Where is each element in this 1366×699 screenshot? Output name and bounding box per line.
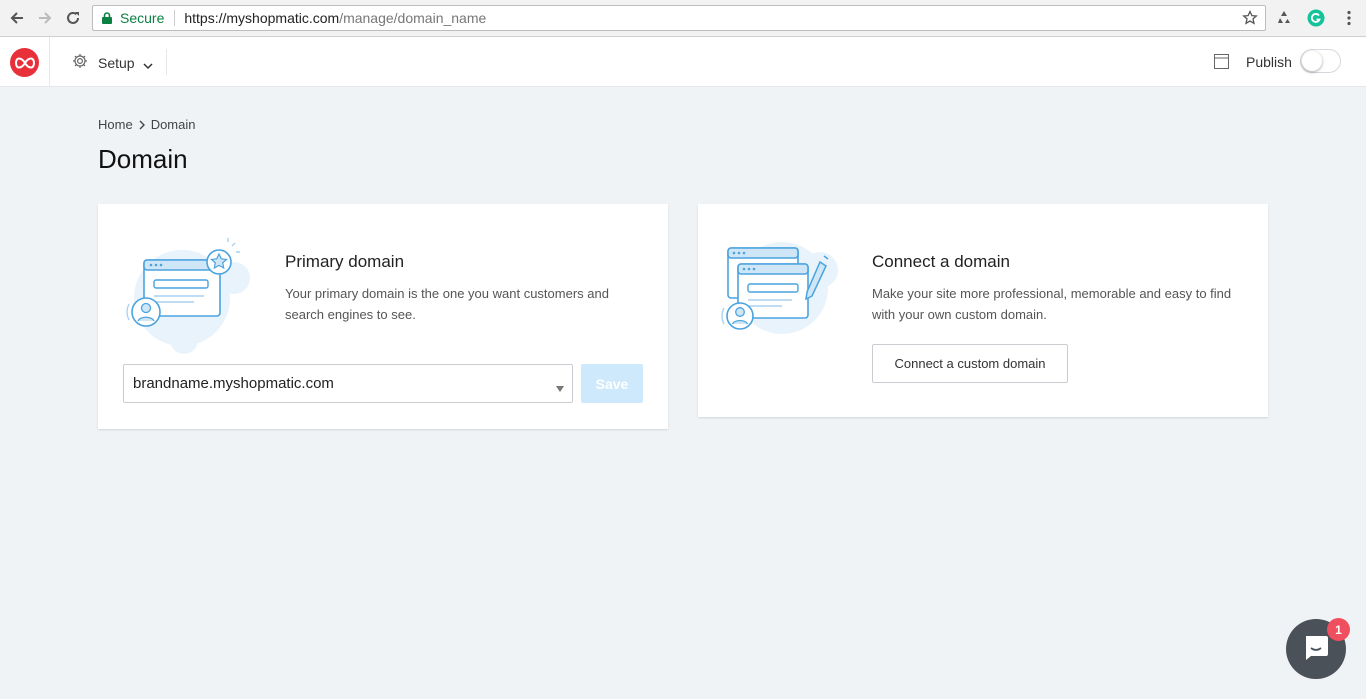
domain-select-value: brandname.myshopmatic.com bbox=[133, 375, 334, 392]
lock-icon bbox=[102, 12, 112, 24]
url-host: https://myshopmatic.com bbox=[184, 10, 340, 26]
publish-toggle[interactable] bbox=[1300, 49, 1341, 73]
recycle-extension-icon[interactable] bbox=[1275, 9, 1293, 27]
primary-domain-description: Your primary domain is the one you want … bbox=[285, 286, 609, 322]
chat-bubble-icon bbox=[1301, 632, 1331, 667]
preview-window-icon[interactable] bbox=[1214, 54, 1229, 69]
bookmark-star-icon[interactable] bbox=[1242, 9, 1258, 26]
setup-menu[interactable]: Setup bbox=[72, 53, 153, 72]
connect-domain-description: Make your site more professional, memora… bbox=[872, 286, 1232, 322]
connect-domain-title: Connect a domain bbox=[872, 252, 1010, 271]
primary-domain-illustration-icon bbox=[126, 238, 250, 354]
breadcrumb: Home Domain bbox=[98, 117, 195, 132]
connect-custom-domain-button[interactable]: Connect a custom domain bbox=[872, 344, 1068, 383]
reload-icon[interactable] bbox=[64, 9, 82, 27]
secure-label: Secure bbox=[120, 10, 165, 26]
url-path: /manage/domain_name bbox=[339, 10, 487, 26]
grammarly-extension-icon[interactable] bbox=[1307, 9, 1325, 27]
back-arrow-icon[interactable] bbox=[8, 9, 26, 27]
forward-arrow-icon[interactable] bbox=[36, 9, 54, 27]
header-divider bbox=[166, 49, 167, 75]
connect-domain-illustration-icon bbox=[721, 242, 838, 334]
setup-label: Setup bbox=[98, 54, 135, 71]
primary-domain-card: Primary domain Your primary domain is th… bbox=[98, 204, 668, 429]
browser-menu-icon[interactable] bbox=[1340, 9, 1358, 27]
chevron-right-icon bbox=[138, 120, 146, 130]
page-title: Domain bbox=[98, 144, 188, 174]
brand-logo[interactable] bbox=[10, 48, 39, 77]
toggle-knob bbox=[1302, 51, 1322, 71]
address-divider bbox=[174, 10, 176, 26]
browser-toolbar: Secure https://myshopmatic.com/manage/do… bbox=[0, 0, 1366, 37]
save-button[interactable]: Save bbox=[581, 364, 643, 403]
breadcrumb-home[interactable]: Home bbox=[98, 117, 133, 132]
address-bar[interactable]: Secure https://myshopmatic.com/manage/do… bbox=[92, 5, 1266, 31]
gear-icon bbox=[72, 53, 88, 72]
header-divider bbox=[49, 37, 50, 87]
publish-label: Publish bbox=[1246, 54, 1292, 70]
caret-down-icon bbox=[556, 380, 564, 392]
connect-domain-card: Connect a domain Make your site more pro… bbox=[698, 204, 1268, 417]
app-header: Setup Publish bbox=[0, 37, 1366, 87]
primary-domain-title: Primary domain bbox=[285, 252, 405, 271]
chevron-down-icon bbox=[143, 58, 153, 69]
chat-notification-badge: 1 bbox=[1327, 618, 1350, 641]
breadcrumb-current: Domain bbox=[150, 117, 196, 132]
domain-select[interactable]: brandname.myshopmatic.com bbox=[123, 364, 573, 403]
